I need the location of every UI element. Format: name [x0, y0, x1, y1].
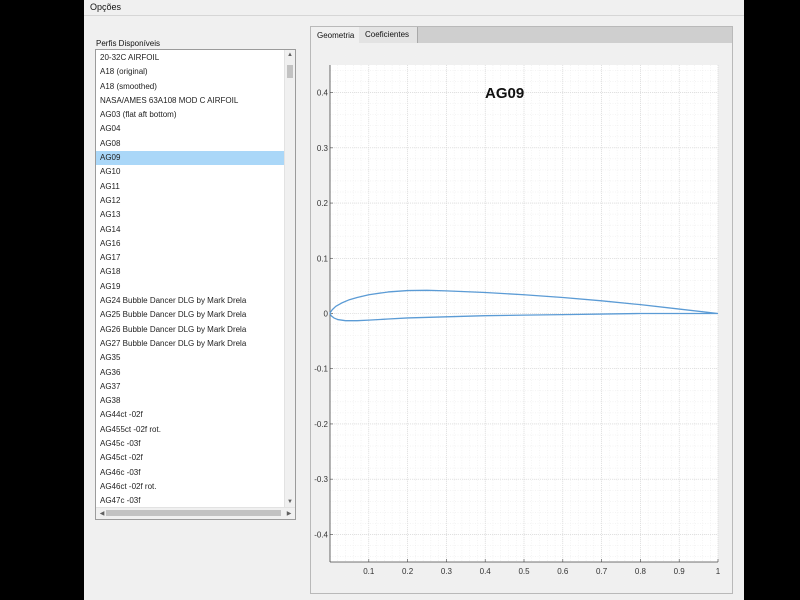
vertical-scrollbar[interactable]: ▲ ▼	[284, 50, 295, 507]
profiles-list-title: Perfis Disponíveis	[96, 39, 161, 48]
y-tick-label: 0.3	[317, 144, 329, 153]
profile-list-item[interactable]: 20-32C AIRFOIL	[96, 51, 284, 65]
x-tick-label: 0.7	[596, 567, 608, 576]
scroll-down-arrow-icon[interactable]: ▼	[285, 498, 295, 506]
app-window: Opções Perfis Disponíveis 20-32C AIRFOIL…	[84, 0, 744, 600]
x-tick-label: 0.4	[480, 567, 492, 576]
profile-list-item[interactable]: AG11	[96, 180, 284, 194]
profile-list-item[interactable]: AG35	[96, 351, 284, 365]
y-tick-label: -0.4	[314, 530, 328, 539]
tab-geometria[interactable]: Geometria	[311, 27, 365, 44]
profile-list-item[interactable]: AG03 (flat aft bottom)	[96, 108, 284, 122]
menu-options[interactable]: Opções	[90, 2, 121, 12]
tab-group: Geometria Coeficientes 0.1 0.2 0.3 0.4 0.5 0.…	[310, 26, 733, 594]
profile-list-item[interactable]: AG19	[96, 280, 284, 294]
x-tick-label: 0.3	[441, 567, 453, 576]
profile-list-item[interactable]: AG46c -03f	[96, 466, 284, 480]
y-tick-label: -0.1	[314, 365, 328, 374]
profile-list-item[interactable]: AG26 Bubble Dancer DLG by Mark Drela	[96, 323, 284, 337]
profile-list-item[interactable]: AG12	[96, 194, 284, 208]
profile-list-item[interactable]: AG24 Bubble Dancer DLG by Mark Drela	[96, 294, 284, 308]
profile-list-item[interactable]: AG16	[96, 237, 284, 251]
profiles-list-items: 20-32C AIRFOIL A18 (original) A18 (smoothe…	[96, 51, 284, 506]
profile-list-item[interactable]: AG27 Bubble Dancer DLG by Mark Drela	[96, 337, 284, 351]
x-tick-label: 0.9	[674, 567, 686, 576]
x-tick-label: 1	[716, 567, 721, 576]
profile-list-item[interactable]: AG04	[96, 122, 284, 136]
profile-list-item[interactable]: AG08	[96, 137, 284, 151]
profiles-listbox[interactable]: 20-32C AIRFOIL A18 (original) A18 (smoothe…	[95, 49, 296, 520]
y-tick-label: 0.2	[317, 199, 329, 208]
profile-list-item[interactable]: AG09	[96, 151, 284, 166]
profile-list-item[interactable]: AG45ct -02f	[96, 451, 284, 465]
chart-title: AG09	[485, 85, 524, 102]
profile-list-item[interactable]: NASA/AMES 63A108 MOD C AIRFOIL	[96, 94, 284, 108]
profile-list-item[interactable]: AG36	[96, 366, 284, 380]
y-tick-label: 0	[324, 310, 329, 319]
tab-coeficientes[interactable]: Coeficientes	[359, 27, 418, 43]
profile-list-item[interactable]: AG46ct -02f rot.	[96, 480, 284, 494]
scroll-right-arrow-icon[interactable]: ▶	[284, 510, 294, 518]
x-tick-label: 0.5	[518, 567, 530, 576]
airfoil-plot: 0.1 0.2 0.3 0.4 0.5 0.6 0.7 0.8 0.9 1 0.4 0.3 0.2 0.1…	[314, 65, 721, 576]
x-tick-label: 0.8	[635, 567, 647, 576]
profile-list-item[interactable]: AG14	[96, 223, 284, 237]
scroll-up-arrow-icon[interactable]: ▲	[285, 51, 295, 59]
profile-list-item[interactable]: AG455ct -02f rot.	[96, 423, 284, 437]
menu-bar: Opções	[84, 0, 744, 16]
profile-list-item[interactable]: AG47c -03f	[96, 494, 284, 506]
profile-list-item[interactable]: AG38	[96, 394, 284, 408]
profile-list-item[interactable]: AG25 Bubble Dancer DLG by Mark Drela	[96, 308, 284, 322]
horizontal-scrollbar[interactable]: ◀ ▶	[96, 507, 295, 519]
geometry-plot-panel: 0.1 0.2 0.3 0.4 0.5 0.6 0.7 0.8 0.9 1 0.4 0.3 0.2 0.1…	[311, 43, 732, 593]
y-tick-label: 0.4	[317, 89, 329, 98]
profile-list-item[interactable]: AG17	[96, 251, 284, 265]
profile-list-item[interactable]: AG13	[96, 208, 284, 222]
y-tick-label: -0.2	[314, 420, 328, 429]
profile-list-item[interactable]: AG10	[96, 165, 284, 179]
horizontal-scroll-thumb[interactable]	[106, 510, 281, 516]
x-tick-label: 0.1	[363, 567, 375, 576]
profile-list-item[interactable]: AG44ct -02f	[96, 408, 284, 422]
profile-list-item[interactable]: A18 (smoothed)	[96, 80, 284, 94]
y-tick-label: -0.3	[314, 475, 328, 484]
y-tick-label: 0.1	[317, 254, 329, 263]
profile-list-item[interactable]: A18 (original)	[96, 65, 284, 79]
profile-list-item[interactable]: AG45c -03f	[96, 437, 284, 451]
x-tick-label: 0.6	[557, 567, 569, 576]
x-tick-label: 0.2	[402, 567, 414, 576]
vertical-scroll-thumb[interactable]	[287, 65, 293, 78]
tab-strip: Geometria Coeficientes	[311, 27, 732, 44]
profile-list-item[interactable]: AG18	[96, 265, 284, 279]
profile-list-item[interactable]: AG37	[96, 380, 284, 394]
